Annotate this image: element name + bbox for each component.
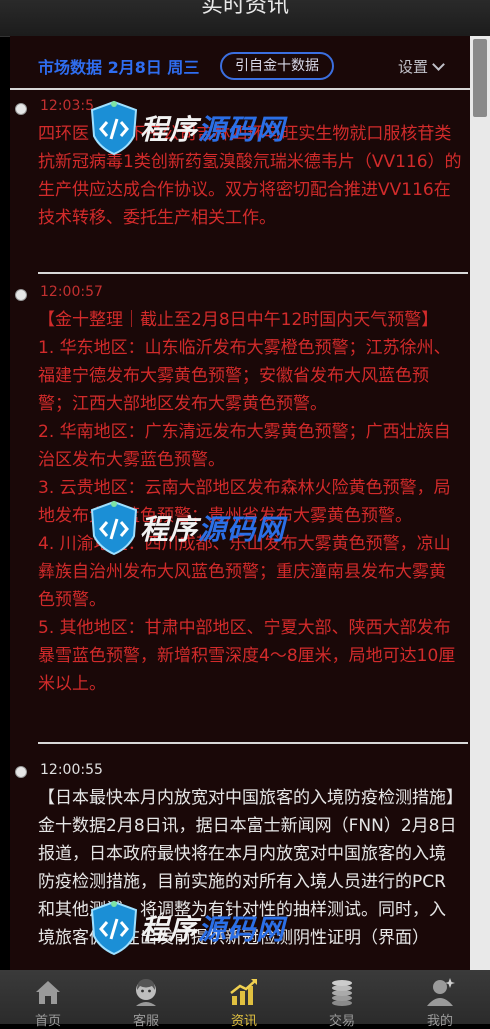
coins-icon bbox=[332, 980, 352, 1006]
timeline-dot-icon bbox=[15, 766, 27, 778]
nav-profile[interactable]: 我的 bbox=[400, 970, 480, 1029]
chart-icon bbox=[230, 979, 257, 1005]
bottom-nav: 首页 客服 资讯 交易 我的 bbox=[0, 970, 490, 1029]
nav-news[interactable]: 资讯 bbox=[204, 970, 284, 1029]
market-data-title: 市场数据 2月8日 周三 bbox=[38, 58, 200, 77]
scrollbar-thumb[interactable] bbox=[473, 39, 487, 117]
news-text: 【金十整理｜截止至2月8日中午12时国内天气预警】 1. 华东地区：山东临沂发布… bbox=[38, 310, 456, 694]
divider bbox=[38, 272, 468, 274]
news-text: 四环医 ：旗下子公司吉林四环与旺实生物就口服核苷类抗新冠病毒1类创新药氢溴酸氘瑞… bbox=[38, 124, 462, 228]
divider bbox=[38, 742, 468, 744]
user-icon bbox=[427, 978, 455, 1006]
page-title: 实时资讯 bbox=[200, 0, 289, 18]
settings-dropdown[interactable]: 设置 bbox=[398, 56, 445, 77]
news-text: 【日本最快本月内放宽对中国旅客的入境防疫检测措施】金十数据2月8日讯，据日本富士… bbox=[38, 788, 457, 948]
settings-label: 设置 bbox=[398, 58, 429, 76]
timeline-dot-icon bbox=[15, 289, 27, 301]
chevron-down-icon bbox=[432, 58, 445, 71]
market-header: 市场数据 2月8日 周三 引自金十数据 设置 bbox=[10, 36, 470, 90]
scrollbar[interactable] bbox=[470, 36, 490, 970]
news-time: 12:00:57 bbox=[40, 284, 103, 300]
title-bar: 实时资讯 bbox=[0, 0, 490, 37]
nav-label: 首页 bbox=[34, 1014, 61, 1029]
nav-customer-service[interactable]: 客服 bbox=[106, 970, 186, 1029]
nav-label: 交易 bbox=[328, 1014, 355, 1029]
timeline-dot-icon bbox=[15, 103, 27, 115]
news-time: 12:00:55 bbox=[40, 762, 103, 778]
nav-label: 资讯 bbox=[230, 1014, 257, 1029]
news-feed[interactable]: 市场数据 2月8日 周三 引自金十数据 设置 12:03:5 四环医 ：旗下子公… bbox=[10, 36, 470, 970]
nav-trade[interactable]: 交易 bbox=[302, 970, 382, 1029]
nav-label: 客服 bbox=[132, 1014, 159, 1029]
source-button[interactable]: 引自金十数据 bbox=[220, 52, 334, 80]
nav-label: 我的 bbox=[426, 1014, 453, 1029]
news-time: 12:03:5 bbox=[40, 98, 94, 114]
customer-service-icon bbox=[136, 979, 156, 1006]
home-icon bbox=[36, 981, 60, 1004]
nav-home[interactable]: 首页 bbox=[8, 970, 88, 1029]
